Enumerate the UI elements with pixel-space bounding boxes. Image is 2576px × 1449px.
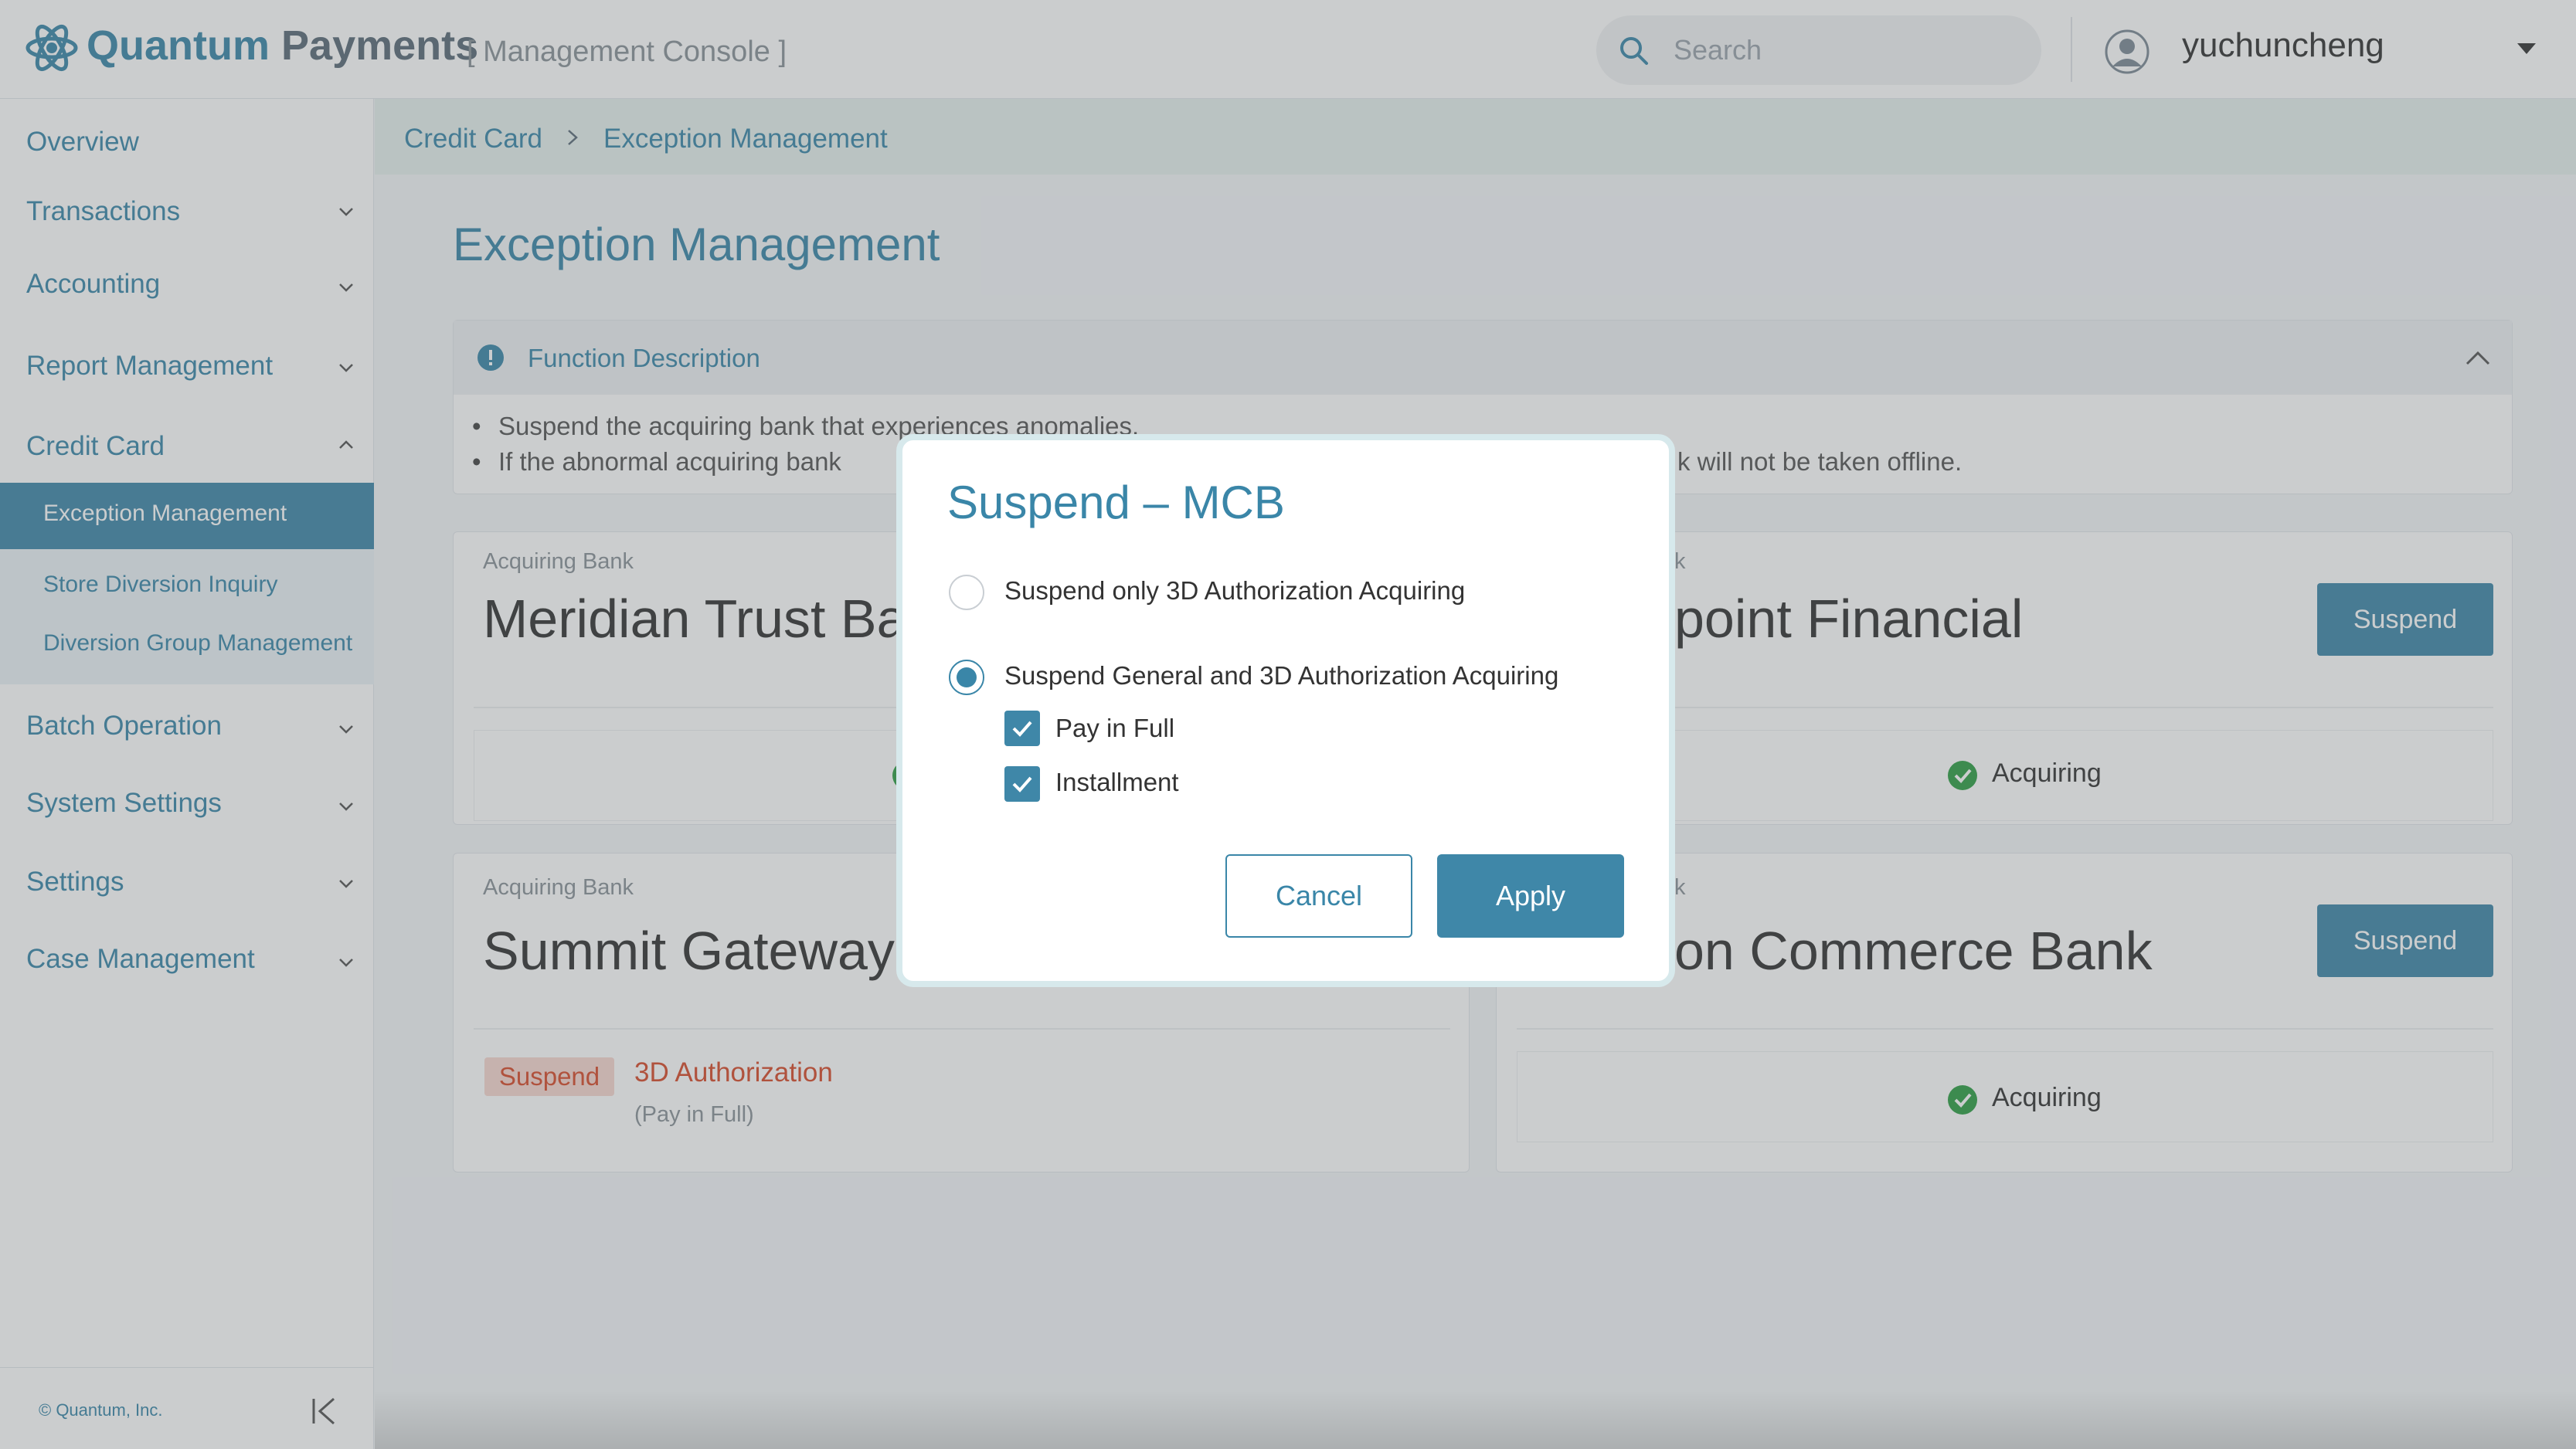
suspend-dialog: Suspend – MCB Suspend only 3D Authorizat… [896, 434, 1675, 987]
apply-button[interactable]: Apply [1437, 854, 1624, 938]
radio-general-and-3d[interactable] [949, 660, 984, 695]
cancel-button[interactable]: Cancel [1225, 854, 1412, 938]
pay-in-full-checkbox[interactable] [1004, 711, 1040, 746]
option-3d-only-label[interactable]: Suspend only 3D Authorization Acquiring [1004, 576, 1465, 606]
checkmark-icon [1012, 721, 1032, 737]
installment-label[interactable]: Installment [1055, 768, 1179, 797]
overlay-shadow [375, 1390, 2576, 1449]
radio-3d-only[interactable] [949, 575, 984, 610]
installment-checkbox[interactable] [1004, 766, 1040, 802]
checkmark-icon [1012, 776, 1032, 792]
pay-in-full-label[interactable]: Pay in Full [1055, 714, 1174, 743]
dialog-title: Suspend – MCB [947, 477, 1285, 528]
option-general-label[interactable]: Suspend General and 3D Authorization Acq… [1004, 661, 1558, 691]
